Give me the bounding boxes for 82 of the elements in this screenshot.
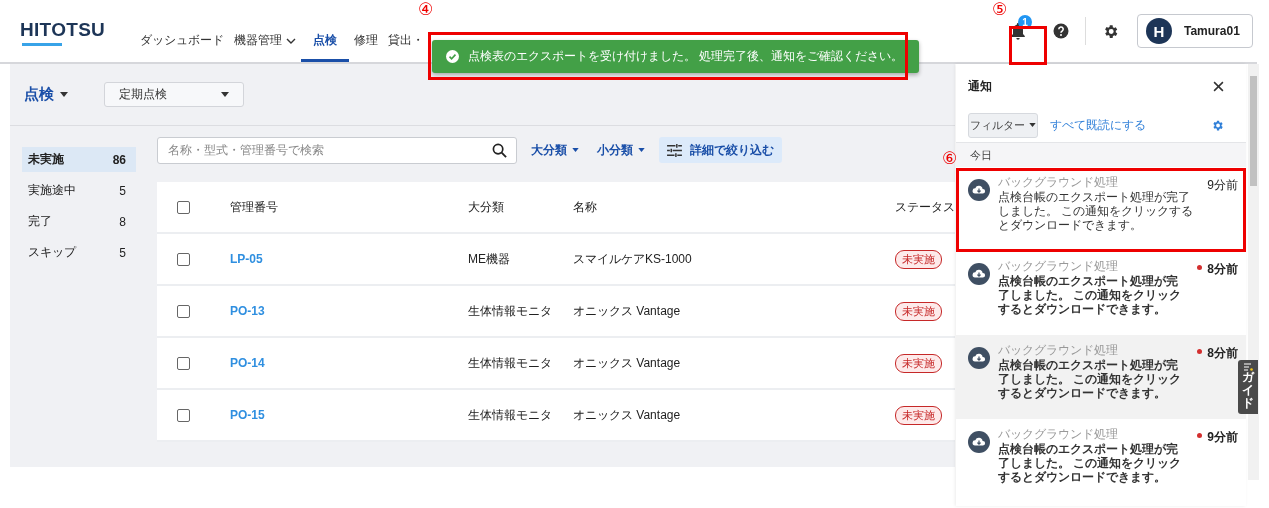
row-checkbox[interactable] [177, 408, 190, 422]
sliders-icon [667, 143, 682, 157]
cloud-download-icon [968, 179, 990, 201]
table-cell-text: オニックス Vantage [573, 406, 682, 424]
caret-icon [221, 92, 229, 97]
column-header: ステータス [895, 198, 955, 216]
notification-time: 9分前 [1207, 429, 1238, 446]
status-badge: 未実施 [895, 405, 942, 425]
column-header: 管理番号 [230, 198, 279, 216]
notification-message: 点検台帳のエクスポート処理が完了しました。 この通知をクリックするとダウンロードできます。 [998, 274, 1183, 316]
guide-tab[interactable]: ガイド [1238, 360, 1258, 414]
check-circle-icon [446, 50, 459, 63]
category-filter-dropdown[interactable]: 大分類 [527, 141, 583, 159]
scrollbar-thumb[interactable] [1250, 76, 1257, 186]
table-cell-text: 生体情報モニタ [468, 302, 553, 320]
row-checkbox[interactable] [177, 356, 190, 370]
status-badge: 未実施 [895, 249, 942, 269]
caret-icon [638, 148, 645, 152]
notification-title: バックグラウンド処理 [998, 259, 1119, 273]
table-cell-text: オニックス Vantage [573, 302, 682, 320]
nav-tab[interactable]: 貸出・ [383, 22, 430, 62]
notification-title: バックグラウンド処理 [998, 343, 1119, 357]
table-cell-text: ME機器 [468, 250, 511, 268]
notification-item[interactable]: バックグラウンド処理 点検台帳のエクスポート処理が完了しました。 この通知をクリックするとダウンロードできます。 8分前 [956, 251, 1246, 335]
list-icon [1243, 363, 1253, 371]
notification-title: バックグラウンド処理 [998, 427, 1119, 441]
panel-title: 通知 [968, 77, 992, 95]
search-field[interactable]: 名称・型式・管理番号で検索 [157, 136, 517, 164]
table-cell-text: オニックス Vantage [573, 354, 682, 372]
notification-item[interactable]: バックグラウンド処理 点検台帳のエクスポート処理が完了しました。 この通知をクリックするとダウンロードできます。 9分前 [956, 167, 1246, 251]
cloud-download-icon [968, 263, 990, 285]
settings-icon[interactable] [1102, 22, 1119, 40]
nav-tab[interactable]: 機器管理 [229, 22, 302, 62]
annotation-frame [1009, 26, 1047, 65]
notification-time: 8分前 [1207, 345, 1238, 362]
notification-time: 8分前 [1207, 261, 1238, 278]
user-menu-button[interactable]: H Tamura01 [1137, 14, 1253, 48]
detail-filter-button[interactable]: 詳細で絞り込む [659, 137, 782, 163]
status-badge: 未実施 [895, 301, 942, 321]
nav-tab[interactable]: ダッシュボード [135, 22, 230, 62]
status-filter-item[interactable]: 実施途中 5 [22, 178, 136, 203]
status-filter-item[interactable]: 完了 8 [22, 209, 136, 234]
search-icon[interactable] [492, 142, 507, 158]
caret-icon [1029, 123, 1036, 127]
column-header: 名称 [573, 198, 598, 216]
table-cell-text: 生体情報モニタ [468, 354, 553, 372]
user-avatar: H [1146, 18, 1172, 44]
unread-dot [1197, 349, 1203, 354]
status-badge: 未実施 [895, 353, 942, 373]
notification-message: 点検台帳のエクスポート処理が完了しました。 この通知をクリックするとダウンロードできます。 [998, 358, 1183, 400]
caret-icon [60, 92, 68, 97]
notification-title: バックグラウンド処理 [998, 175, 1119, 189]
nav-tab[interactable]: 修理 [349, 22, 384, 62]
notification-time: 9分前 [1207, 177, 1238, 194]
notification-message: 点検台帳のエクスポート処理が完了しました。 この通知をクリックするとダウンロードできます。 [998, 442, 1183, 484]
table-cell-text: スマイルケアKS-1000 [573, 250, 693, 268]
cloud-download-icon [968, 347, 990, 369]
unread-dot [1197, 265, 1203, 270]
notification-item[interactable]: バックグラウンド処理 点検台帳のエクスポート処理が完了しました。 この通知をクリックするとダウンロードできます。 9分前 [956, 419, 1246, 503]
row-checkbox[interactable] [177, 304, 190, 318]
close-icon[interactable] [1213, 80, 1224, 92]
status-filter-item[interactable]: 未実施 86 [22, 147, 136, 172]
select-all-checkbox[interactable] [177, 200, 190, 214]
help-icon[interactable] [1053, 23, 1069, 39]
unread-dot [1197, 433, 1203, 438]
category-filter-dropdown[interactable]: 小分類 [593, 141, 649, 159]
status-filter-item[interactable]: スキップ 5 [22, 240, 136, 265]
annotation-number: ⑥ [942, 150, 958, 167]
mark-all-read-link[interactable]: すべて既読にする [1050, 116, 1199, 134]
logo[interactable]: HITOTSU [20, 20, 106, 46]
toast-message: 点検表のエクスポートを受け付けました。 処理完了後、通知をご確認ください。 [468, 48, 904, 65]
table-cell-text: 生体情報モニタ [468, 406, 553, 424]
filter-dropdown[interactable]: フィルター [968, 112, 1038, 138]
page-title-dropdown[interactable]: 点検 [24, 85, 68, 104]
caret-icon [572, 148, 579, 152]
column-header: 大分類 [468, 198, 505, 216]
cloud-download-icon [968, 431, 990, 453]
annotation-number: ④ [418, 1, 434, 18]
inspection-type-select[interactable]: 定期点検 [104, 82, 244, 107]
row-checkbox[interactable] [177, 252, 190, 266]
notification-message: 点検台帳のエクスポート処理が完了しました。 この通知をクリックするとダウンロードできます。 [998, 190, 1195, 232]
section-label: 今日 [970, 147, 992, 163]
